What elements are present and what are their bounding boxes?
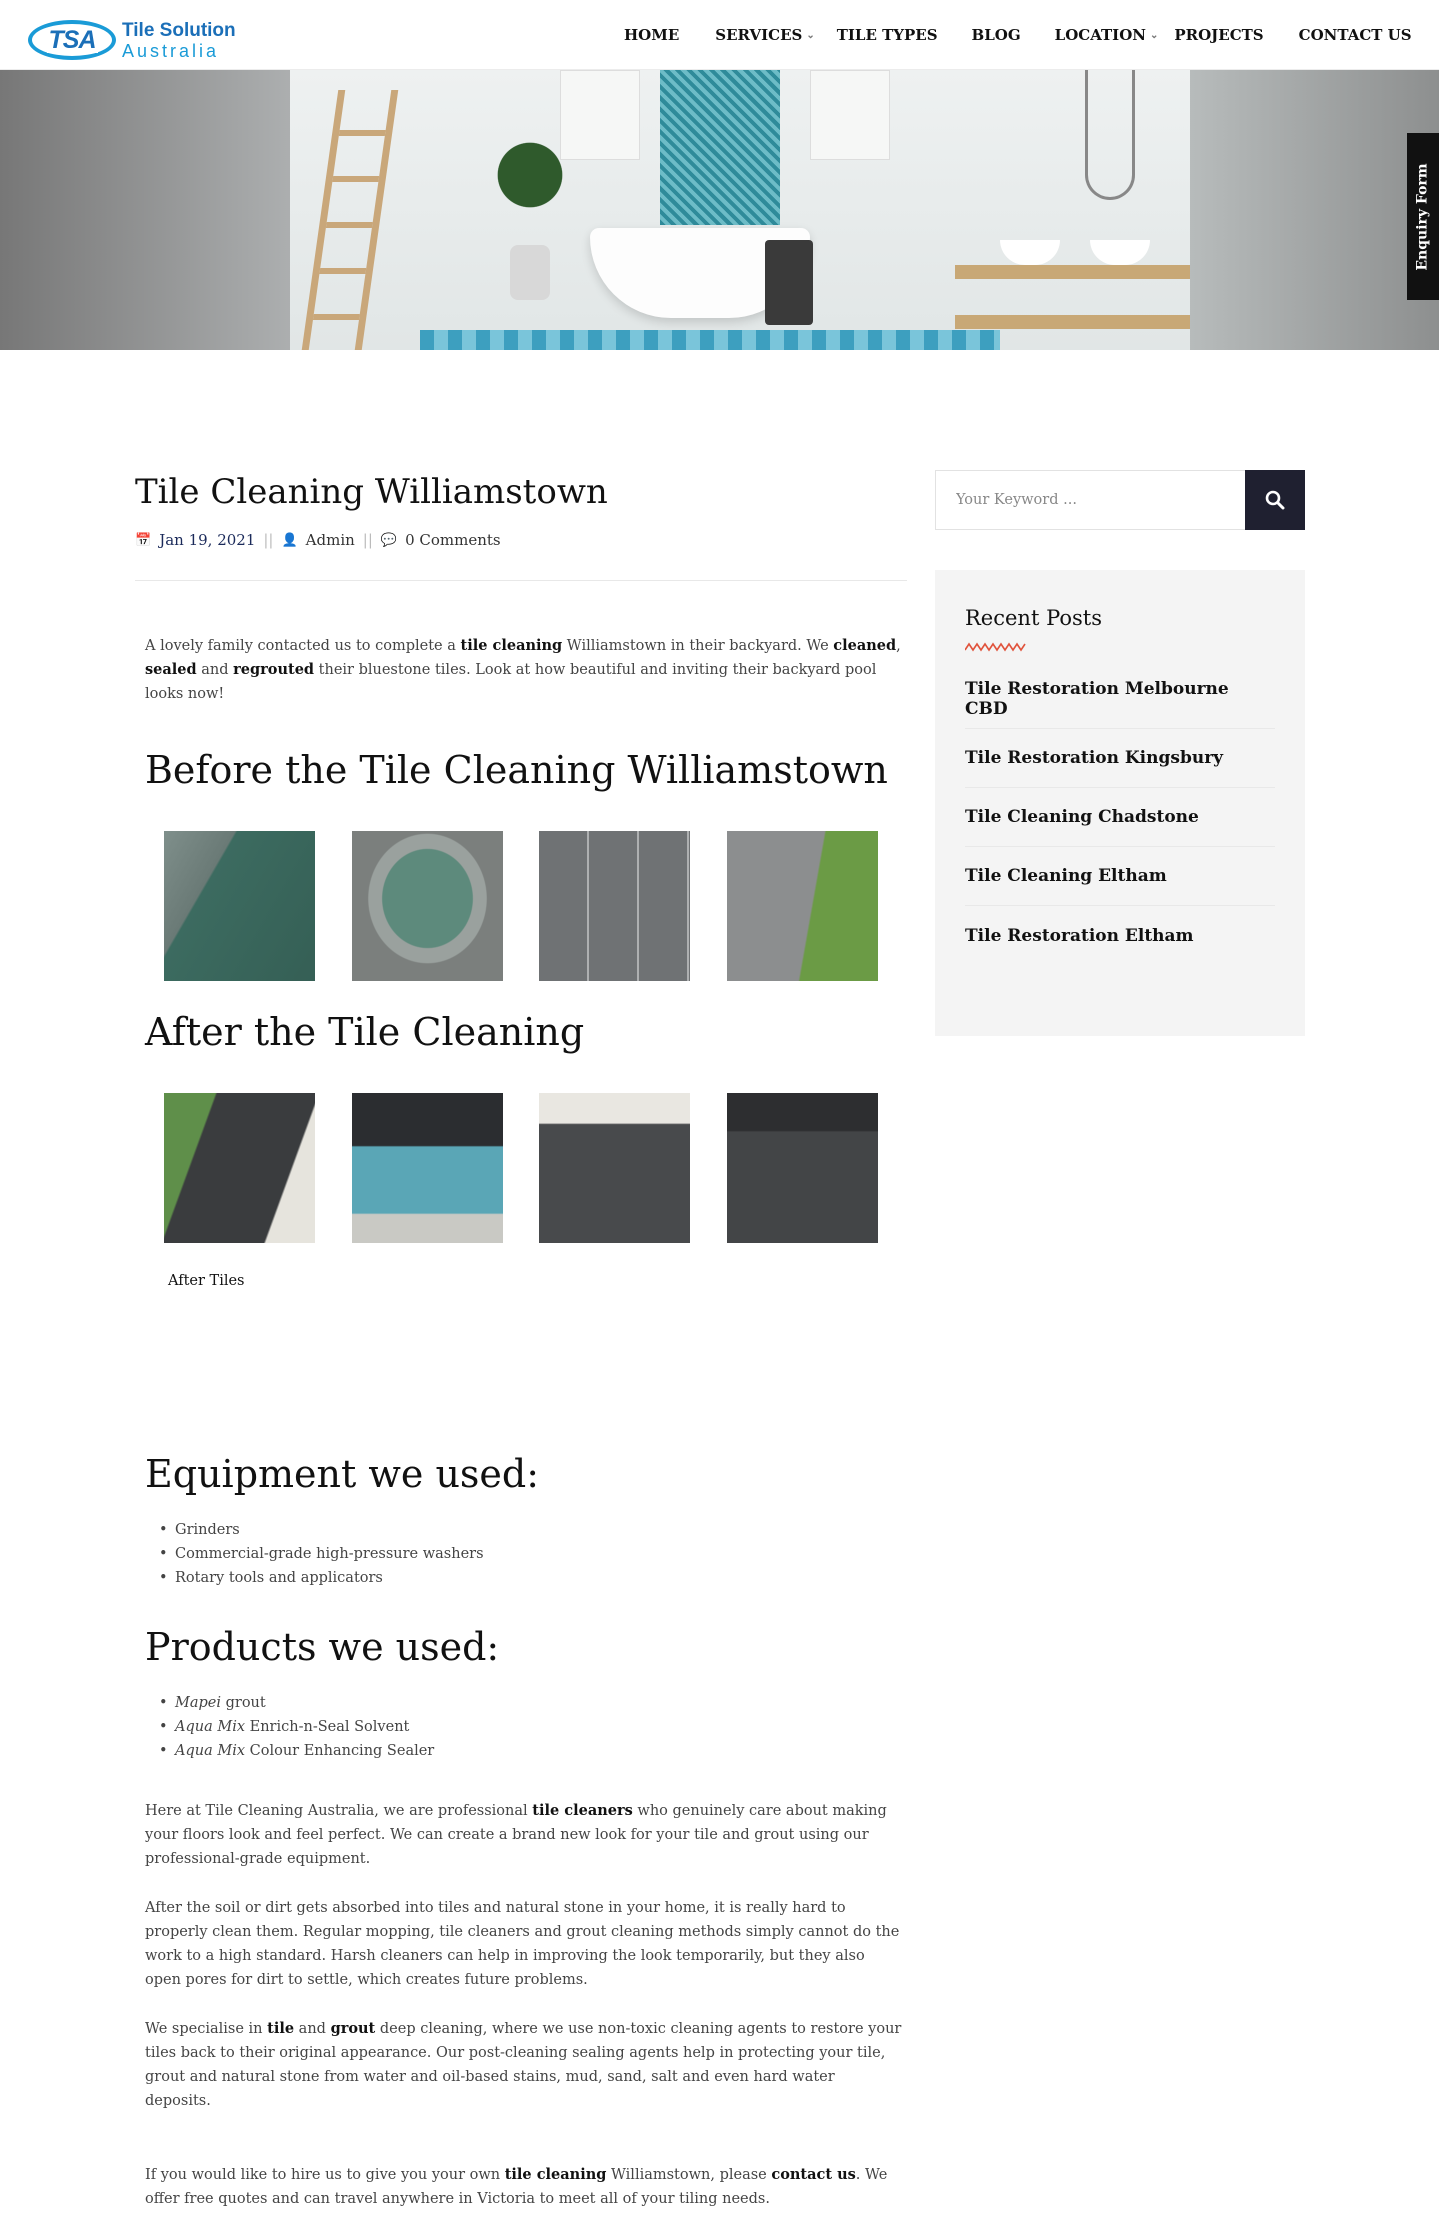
logo-line-2: Australia	[122, 40, 220, 61]
intro-paragraph: A lovely family contacted us to complete…	[145, 637, 901, 702]
recent-post-link[interactable]: Tile Cleaning Chadstone	[965, 788, 1275, 847]
before-photo-4[interactable]	[726, 831, 878, 981]
recent-posts-title: Recent Posts	[965, 606, 1102, 630]
site-logo[interactable]: TSA Tile Solution Australia	[28, 20, 236, 60]
gallery-caption: After Tiles	[168, 1273, 245, 1289]
contact-us-link[interactable]: contact us	[771, 2166, 855, 2183]
paragraph-1: Here at Tile Cleaning Australia, we are …	[145, 1802, 887, 1867]
search-button[interactable]	[1245, 470, 1305, 530]
after-heading: After the Tile Cleaning	[145, 1010, 585, 1054]
paragraph-2: After the soil or dirt gets absorbed int…	[145, 1900, 900, 1988]
before-photo-1[interactable]	[164, 831, 315, 981]
recent-post-link[interactable]: Tile Restoration Melbourne CBD	[965, 670, 1275, 729]
recent-posts-list: Tile Restoration Melbourne CBD Tile Rest…	[965, 670, 1275, 965]
after-photo-1[interactable]	[164, 1093, 315, 1243]
list-item: Aqua Mix Enrich-n-Seal Solvent	[159, 1715, 434, 1739]
list-item: Rotary tools and applicators	[159, 1566, 484, 1590]
squiggle-divider-icon	[965, 642, 1026, 652]
user-icon: 👤	[281, 532, 298, 548]
list-item: Aqua Mix Colour Enhancing Sealer	[159, 1739, 434, 1763]
after-photo-4[interactable]	[726, 1093, 878, 1243]
hero-banner-image	[0, 70, 1439, 350]
products-heading: Products we used:	[145, 1625, 500, 1669]
nav-location[interactable]: LOCATION ⌄	[1055, 24, 1159, 46]
nav-projects[interactable]: PROJECTS	[1174, 24, 1263, 46]
products-list: Mapei grout Aqua Mix Enrich-n-Seal Solve…	[159, 1691, 434, 1763]
search-box	[935, 470, 1305, 530]
after-gallery	[164, 1093, 914, 1243]
calendar-icon: 📅	[135, 532, 152, 548]
recent-posts-widget: Recent Posts Tile Restoration Melbourne …	[935, 570, 1305, 1036]
nav-tile-types[interactable]: TILE TYPES	[837, 24, 938, 46]
after-photo-3[interactable]	[539, 1093, 690, 1243]
logo-mark: TSA	[28, 20, 116, 60]
equipment-list: Grinders Commercial-grade high-pressure …	[159, 1518, 484, 1590]
list-item: Commercial-grade high-pressure washers	[159, 1542, 484, 1566]
nav-contact-us[interactable]: CONTACT US	[1299, 24, 1412, 46]
recent-post-link[interactable]: Tile Restoration Kingsbury	[965, 729, 1275, 788]
before-photo-3[interactable]	[539, 831, 690, 981]
post-title: Tile Cleaning Williamstown	[135, 472, 608, 512]
nav-services[interactable]: SERVICES ⌄	[715, 24, 814, 46]
site-header: TSA Tile Solution Australia HOME SERVICE…	[0, 0, 1439, 70]
post-meta: 📅 Jan 19, 2021 || 👤 Admin || 💬 0 Comment…	[135, 530, 907, 550]
nav-blog[interactable]: BLOG	[972, 24, 1021, 46]
post-comments[interactable]: 0 Comments	[405, 531, 501, 549]
search-icon	[1265, 490, 1285, 510]
nav-home[interactable]: HOME	[624, 24, 679, 46]
list-item: Grinders	[159, 1518, 484, 1542]
chevron-down-icon: ⌄	[1149, 29, 1159, 41]
paragraph-3: We specialise in tile and grout deep cle…	[145, 2020, 902, 2109]
post-header: Tile Cleaning Williamstown 📅 Jan 19, 202…	[135, 470, 907, 581]
comment-icon: 💬	[380, 532, 398, 548]
before-heading: Before the Tile Cleaning Williamstown	[145, 748, 888, 792]
meta-separator: ||	[362, 531, 373, 549]
post-author[interactable]: Admin	[306, 531, 355, 549]
post-date[interactable]: Jan 19, 2021	[159, 531, 255, 549]
before-photo-2[interactable]	[351, 831, 503, 981]
main-nav: HOME SERVICES ⌄ TILE TYPES BLOG LOCATION ⌄…	[624, 24, 1412, 46]
paragraph-4: If you would like to hire us to give you…	[145, 2166, 888, 2207]
list-item: Mapei grout	[159, 1691, 434, 1715]
before-gallery	[164, 831, 914, 981]
recent-post-link[interactable]: Tile Restoration Eltham	[965, 906, 1275, 965]
search-input[interactable]	[936, 471, 1246, 529]
divider	[135, 580, 907, 581]
chevron-down-icon: ⌄	[806, 29, 815, 41]
meta-separator: ||	[263, 531, 274, 549]
equipment-heading: Equipment we used:	[145, 1452, 540, 1496]
after-photo-2[interactable]	[351, 1093, 503, 1243]
recent-post-link[interactable]: Tile Cleaning Eltham	[965, 847, 1275, 906]
enquiry-form-tab[interactable]: Enquiry Form	[1407, 133, 1439, 300]
logo-line-1: Tile Solution	[122, 19, 236, 41]
